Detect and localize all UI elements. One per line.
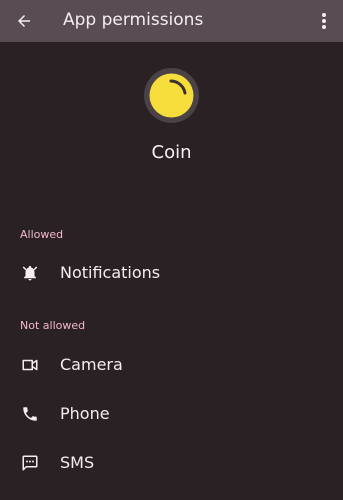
permission-row-notifications[interactable]: Notifications (0, 249, 343, 297)
page-title: App permissions (63, 10, 204, 30)
section-label-allowed: Allowed (20, 228, 64, 241)
more-vert-icon (322, 13, 326, 29)
permission-label: Phone (60, 404, 110, 423)
more-options-button[interactable] (312, 7, 336, 35)
bell-icon (20, 263, 40, 283)
arrow-back-icon (18, 15, 30, 27)
permission-row-camera[interactable]: Camera (0, 341, 343, 389)
sms-icon (20, 453, 40, 473)
phone-icon (20, 404, 40, 424)
back-button[interactable] (10, 7, 38, 35)
permission-row-sms[interactable]: SMS (0, 439, 343, 487)
section-label-not-allowed: Not allowed (20, 319, 86, 332)
permission-label: Notifications (60, 263, 161, 282)
permission-label: Camera (60, 355, 123, 374)
permission-row-phone[interactable]: Phone (0, 390, 343, 438)
camera-icon (20, 355, 40, 375)
app-name: Coin (151, 142, 192, 163)
permission-label: SMS (60, 453, 95, 472)
top-app-bar: App permissions (0, 0, 343, 42)
coin-app-icon (144, 68, 199, 123)
